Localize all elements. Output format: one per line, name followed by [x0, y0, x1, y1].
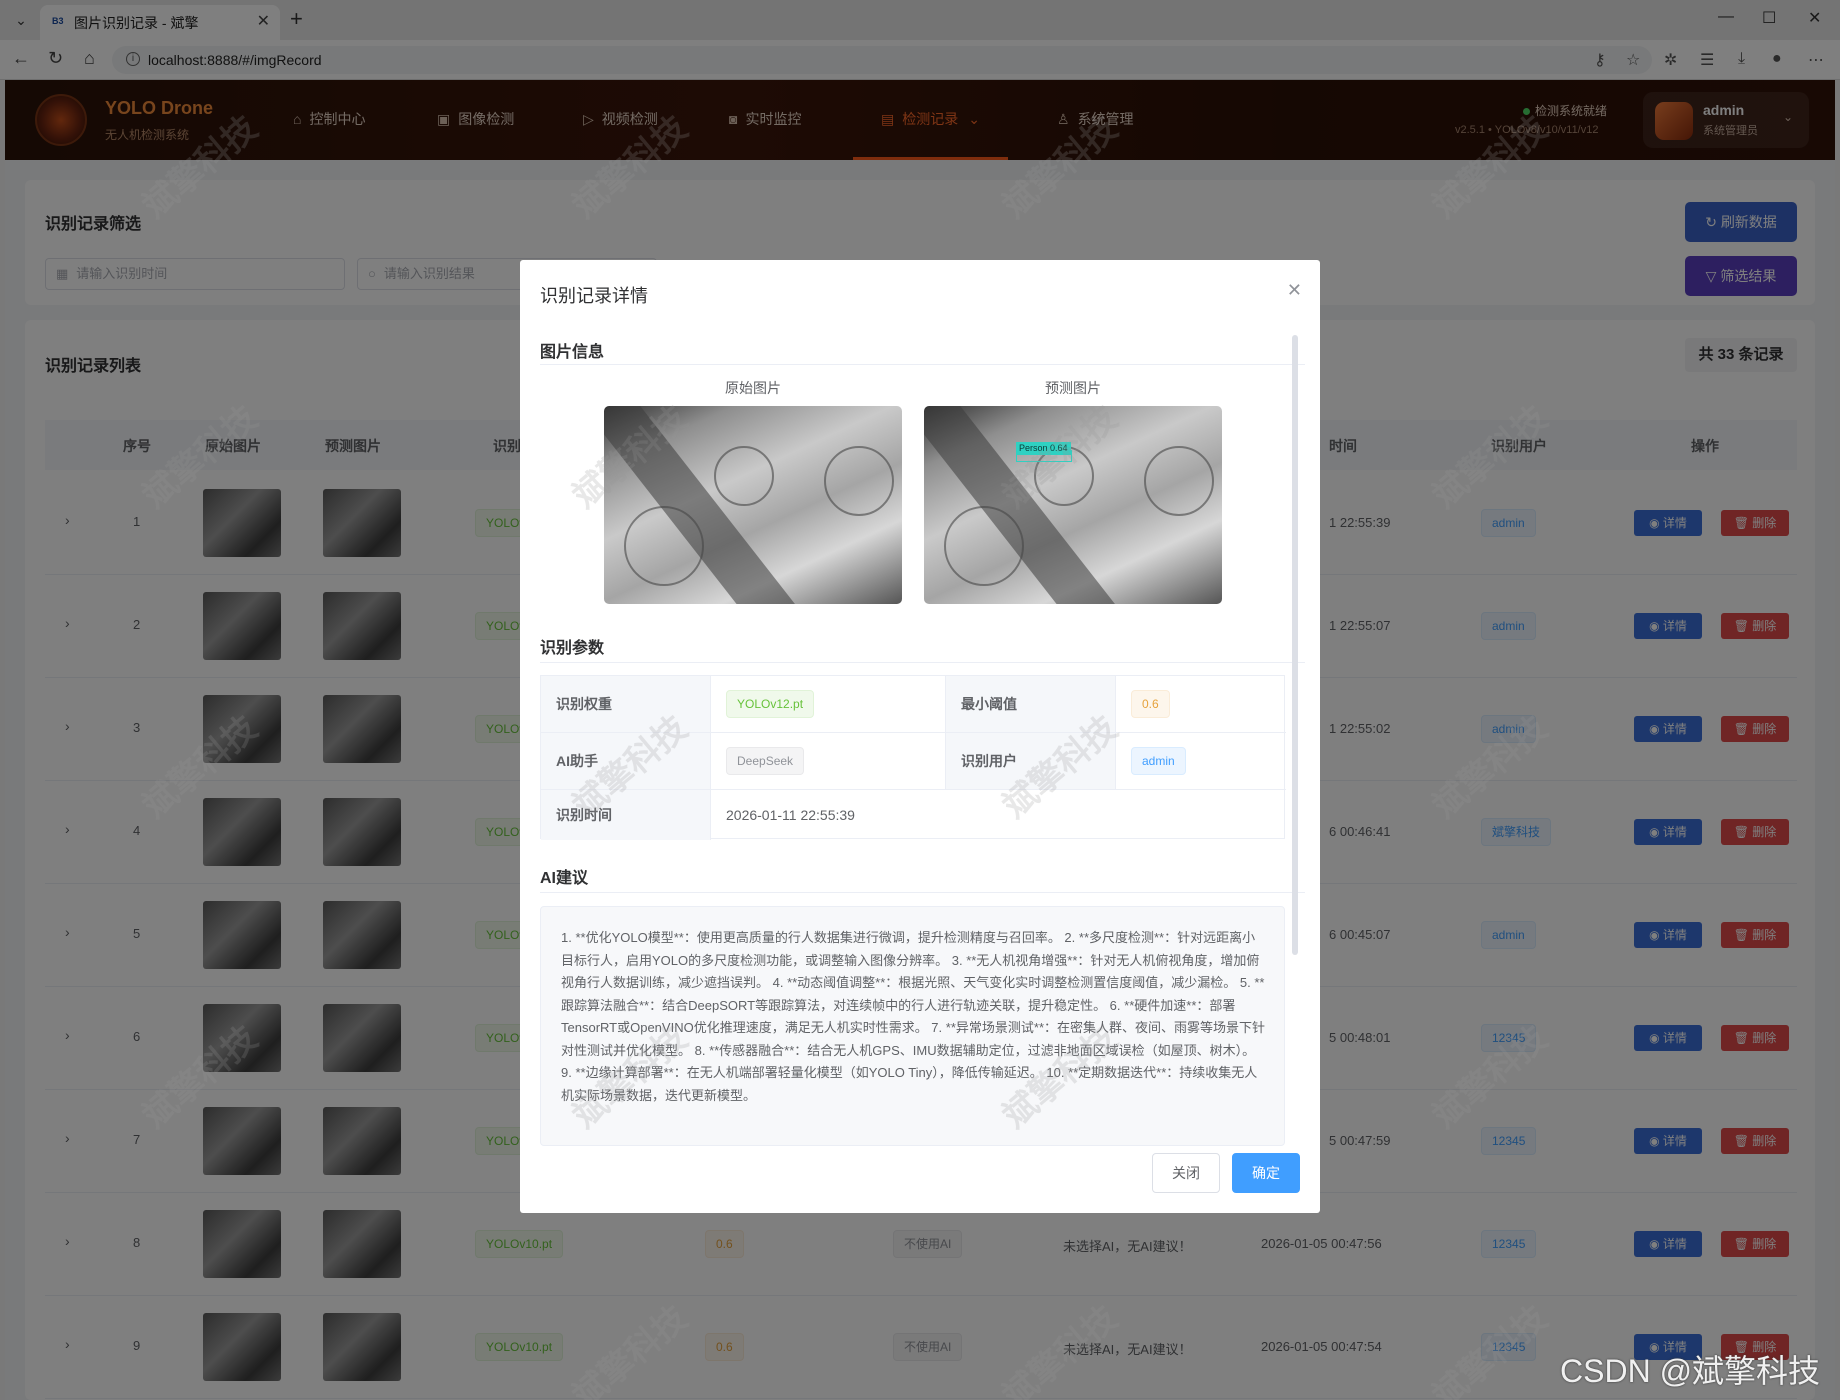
section-ai-title: AI建议 — [540, 870, 589, 887]
user-tag: admin — [1131, 747, 1186, 775]
field-circle-shape — [624, 506, 704, 586]
field-circle-shape — [1144, 446, 1214, 516]
road-shape — [604, 406, 802, 604]
field-circle-shape — [824, 446, 894, 516]
threshold-value-cell: 0.6 — [1116, 676, 1286, 733]
weight-label: 识别权重 — [541, 676, 711, 733]
ai-assistant-label: AI助手 — [541, 733, 711, 790]
record-detail-dialog: 识别记录详情 ✕ 图片信息 原始图片 预测图片 Person 0.64 识别参数… — [520, 260, 1320, 1213]
dialog-scrollbar[interactable] — [1292, 335, 1298, 955]
ai-assistant-tag: DeepSeek — [726, 747, 805, 775]
section-params-title: 识别参数 — [540, 640, 605, 657]
detection-label: Person 0.64 — [1016, 442, 1071, 455]
user-label: 识别用户 — [946, 733, 1116, 790]
section-divider — [540, 892, 1305, 893]
section-divider — [540, 662, 1305, 663]
original-image[interactable] — [604, 406, 902, 604]
close-button[interactable]: 关闭 — [1152, 1153, 1220, 1193]
ai-assistant-value-cell: DeepSeek — [711, 733, 946, 790]
dialog-close-icon[interactable]: ✕ — [1287, 280, 1302, 301]
threshold-tag: 0.6 — [1131, 690, 1170, 718]
csdn-watermark: CSDN @斌擎科技 — [1560, 1353, 1821, 1389]
section-divider — [540, 364, 1305, 365]
ai-suggestion-text: 1. **优化YOLO模型**：使用更高质量的行人数据集进行微调，提升检测精度与… — [561, 930, 1266, 1103]
weight-tag: YOLOv12.pt — [726, 690, 815, 718]
weight-value-cell: YOLOv12.pt — [711, 676, 946, 733]
field-circle-shape — [714, 446, 774, 506]
original-caption: 原始图片 — [725, 380, 781, 396]
section-image-title: 图片信息 — [540, 344, 605, 361]
ai-suggestion-box: 1. **优化YOLO模型**：使用更高质量的行人数据集进行微调，提升检测精度与… — [540, 906, 1285, 1146]
predicted-caption: 预测图片 — [1045, 380, 1101, 396]
time-value: 2026-01-11 22:55:39 — [726, 807, 855, 823]
dialog-title: 识别记录详情 — [540, 286, 648, 306]
road-shape — [924, 406, 1122, 604]
confirm-button[interactable]: 确定 — [1232, 1153, 1300, 1193]
user-value-cell: admin — [1116, 733, 1286, 790]
predicted-image[interactable]: Person 0.64 — [924, 406, 1222, 604]
threshold-label: 最小阈值 — [946, 676, 1116, 733]
field-circle-shape — [944, 506, 1024, 586]
params-table: 识别权重 YOLOv12.pt 最小阈值 0.6 AI助手 DeepSeek 识… — [540, 675, 1286, 840]
time-label: 识别时间 — [541, 790, 711, 840]
